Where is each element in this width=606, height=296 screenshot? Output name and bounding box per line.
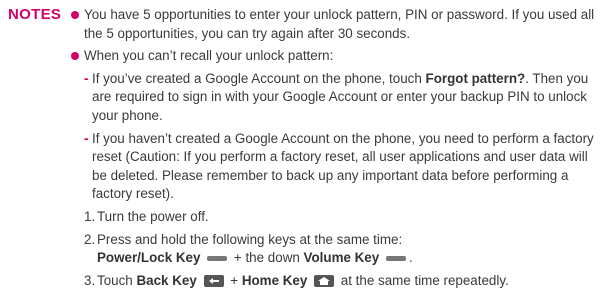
bullet-attempts-text: You have 5 opportunities to enter your u… — [84, 7, 595, 41]
bullet-forgot-text: When you can’t recall your unlock patter… — [84, 48, 334, 64]
back-key-term: Back Key — [136, 272, 197, 288]
home-key-icon — [314, 275, 335, 288]
step-text: Press and hold the following keys at the… — [97, 231, 403, 247]
dash-icon: - — [84, 70, 89, 86]
bullet-attempts: You have 5 opportunities to enter your u… — [71, 6, 599, 43]
step-text: + the down — [233, 250, 300, 266]
dash-icon: - — [84, 130, 89, 146]
back-key-icon — [203, 275, 224, 288]
sub-no-google-account: - If you haven’t created a Google Accoun… — [71, 130, 599, 204]
step-number: 1. — [84, 208, 96, 224]
notes-content: You have 5 opportunities to enter your u… — [71, 6, 599, 290]
volume-key-term: Volume Key — [303, 250, 380, 266]
step-text: + — [230, 272, 239, 288]
home-key-term: Home Key — [241, 272, 308, 288]
sub-google-before: If you’ve created a Google Account on th… — [92, 70, 426, 86]
step-number: 3. — [84, 272, 96, 288]
step-3: 3. Touch Back Key + Home Key at the same… — [84, 272, 599, 291]
bullet-dot-icon — [71, 52, 79, 61]
power-lock-key-term: Power/Lock Key — [97, 250, 201, 266]
sub-google-account: - If you’ve created a Google Account on … — [71, 70, 599, 126]
bullet-dot-icon — [71, 11, 79, 19]
reset-steps: 1. Turn the power off. 2. Press and hold… — [71, 208, 599, 290]
step-number: 2. — [84, 231, 96, 247]
step-text: at the same time repeatedly. — [340, 272, 509, 288]
step-text: Turn the power off. — [97, 208, 209, 224]
step-1: 1. Turn the power off. — [84, 208, 599, 227]
forgot-pattern-term: Forgot pattern? — [425, 70, 526, 86]
sub-no-google-text: If you haven’t created a Google Account … — [92, 130, 594, 202]
step-text: . — [408, 250, 413, 266]
bullet-forgot: When you can’t recall your unlock patter… — [71, 47, 599, 66]
step-text: Touch — [97, 272, 133, 288]
power-key-icon — [207, 256, 228, 262]
notes-label: NOTES — [8, 6, 62, 23]
step-2: 2. Press and hold the following keys at … — [84, 231, 599, 268]
volume-key-icon — [385, 256, 406, 262]
